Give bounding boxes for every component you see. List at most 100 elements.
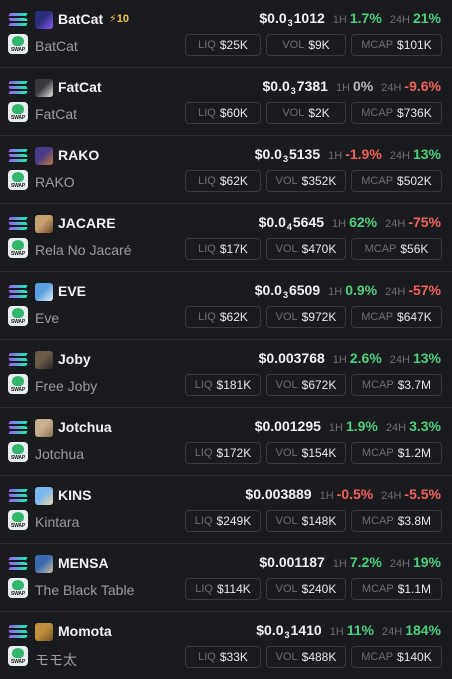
token-row[interactable]: SWAP RAKO RAKO $0.035135 1H -1.9% 24H 13… [0, 136, 452, 204]
price-change-line: $0.031410 1H 11% 24H 184% [256, 622, 441, 640]
token-row[interactable]: SWAP Momota モモ太 $0.031410 1H 11% 24H 184… [0, 612, 452, 679]
volume-badge: VOL $672K [266, 374, 346, 396]
swap-icon[interactable]: SWAP [8, 306, 28, 326]
price-change-line: $0.001187 1H 7.2% 24H 19% [259, 554, 441, 570]
token-row[interactable]: SWAP JACARE Rela No Jacaré $0.045645 1H … [0, 204, 452, 272]
liquidity-badge: LIQ $17K [185, 238, 261, 260]
volume-value: $352K [301, 174, 337, 188]
price-change-line: $0.037381 1H 0% 24H -9.6% [263, 78, 441, 96]
change-24h: -75% [408, 214, 441, 230]
token-price: $0.035135 [254, 146, 321, 164]
liquidity-value: $25K [219, 38, 248, 52]
volume-label: VOL [275, 311, 298, 323]
market-cap-value: $140K [397, 650, 432, 664]
liquidity-value: $33K [219, 650, 248, 664]
swap-icon[interactable]: SWAP [8, 442, 28, 462]
swap-icon[interactable]: SWAP [8, 34, 28, 54]
token-row[interactable]: SWAP BatCat ⚡10 BatCat $0.031012 1H 1.7%… [0, 0, 452, 68]
token-row[interactable]: SWAP KINS Kintara $0.003889 1H -0.5% 24H… [0, 476, 452, 544]
timeframe-1h-label: 1H [332, 558, 347, 570]
swap-icon[interactable]: SWAP [8, 170, 28, 190]
change-1h: -0.5% [336, 486, 374, 502]
market-cap-value: $101K [397, 38, 432, 52]
solana-chain-icon [8, 217, 28, 231]
price-change-line: $0.003889 1H -0.5% 24H -5.5% [245, 486, 441, 502]
token-row[interactable]: SWAP MENSA The Black Table $0.001187 1H … [0, 544, 452, 612]
timeframe-1h-label: 1H [329, 626, 344, 638]
swap-icon[interactable]: SWAP [8, 238, 28, 258]
liquidity-label: LIQ [198, 243, 216, 255]
liquidity-badge: LIQ $181K [185, 374, 261, 396]
token-price: $0.003768 [258, 350, 325, 366]
token-symbol: RAKO [58, 147, 100, 163]
boost-badge[interactable]: ⚡10 [109, 12, 129, 25]
change-24h: 21% [412, 10, 441, 26]
liquidity-value: $114K [216, 582, 251, 596]
token-row[interactable]: SWAP Jotchua Jotchua $0.001295 1H 1.9% 2… [0, 408, 452, 476]
price-change-line: $0.001295 1H 1.9% 24H 3.3% [255, 418, 441, 434]
token-row[interactable]: SWAP EVE Eve $0.036509 1H 0.9% 24H -57% … [0, 272, 452, 340]
liquidity-label: LIQ [198, 39, 216, 51]
market-cap-label: MCAP [361, 447, 394, 459]
change-1h: 0.9% [345, 282, 378, 298]
liquidity-badge: LIQ $25K [185, 34, 261, 56]
volume-badge: VOL $148K [266, 510, 346, 532]
change-24h: -57% [408, 282, 441, 298]
liquidity-label: LIQ [198, 311, 216, 323]
swap-icon[interactable]: SWAP [8, 374, 28, 394]
market-cap-label: MCAP [361, 107, 394, 119]
market-cap-value: $1.1M [397, 582, 432, 596]
token-row[interactable]: SWAP Joby Free Joby $0.003768 1H 2.6% 24… [0, 340, 452, 408]
token-symbol: JACARE [58, 215, 116, 231]
timeframe-24h-label: 24H [389, 354, 410, 366]
liquidity-value: $62K [219, 310, 248, 324]
swap-label: SWAP [11, 47, 25, 53]
liquidity-label: LIQ [194, 379, 213, 391]
liquidity-value: $60K [219, 106, 248, 120]
timeframe-24h-label: 24H [385, 422, 407, 434]
change-1h: 0% [353, 78, 374, 94]
timeframe-1h-label: 1H [332, 14, 347, 26]
volume-value: $672K [301, 378, 337, 392]
timeframe-1h-label: 1H [332, 218, 347, 230]
market-cap-badge: MCAP $56K [351, 238, 442, 260]
stats-badges: LIQ $25K VOL $9K MCAP $101K [185, 34, 442, 56]
swap-icon[interactable]: SWAP [8, 646, 28, 666]
market-cap-label: MCAP [361, 311, 394, 323]
market-cap-label: MCAP [364, 243, 397, 255]
token-name: Free Joby [35, 378, 98, 394]
market-cap-badge: MCAP $736K [351, 102, 442, 124]
liquidity-badge: LIQ $114K [185, 578, 261, 600]
liquidity-label: LIQ [198, 107, 216, 119]
stats-badges: LIQ $114K VOL $240K MCAP $1.1M [185, 578, 442, 600]
change-24h: 19% [412, 554, 441, 570]
swap-label: SWAP [11, 659, 25, 665]
change-1h: -1.9% [345, 146, 382, 162]
liquidity-value: $17K [219, 242, 248, 256]
volume-label: VOL [275, 447, 298, 459]
solana-chain-icon [8, 81, 28, 95]
timeframe-1h-label: 1H [328, 150, 343, 162]
token-row[interactable]: SWAP FatCat FatCat $0.037381 1H 0% 24H -… [0, 68, 452, 136]
swap-icon[interactable]: SWAP [8, 578, 28, 598]
swap-icon[interactable]: SWAP [8, 510, 28, 530]
token-symbol: EVE [58, 283, 87, 299]
market-cap-value: $56K [400, 242, 429, 256]
liquidity-label: LIQ [198, 175, 216, 187]
token-name: Rela No Jacaré [35, 242, 132, 258]
stats-badges: LIQ $181K VOL $672K MCAP $3.7M [185, 374, 442, 396]
volume-value: $240K [301, 582, 337, 596]
volume-badge: VOL $470K [266, 238, 346, 260]
timeframe-1h-label: 1H [328, 422, 343, 434]
swap-icon[interactable]: SWAP [8, 102, 28, 122]
market-cap-value: $3.8M [397, 514, 432, 528]
change-1h: 2.6% [349, 350, 382, 366]
swap-label: SWAP [11, 319, 25, 325]
token-name: Eve [35, 310, 60, 326]
price-change-line: $0.035135 1H -1.9% 24H 13% [255, 146, 441, 164]
kins-avatar-icon [35, 487, 53, 505]
volume-label: VOL [275, 379, 298, 391]
liquidity-value: $249K [216, 514, 252, 528]
volume-label: VOL [275, 651, 298, 663]
bat-cat-avatar-icon [35, 11, 53, 29]
